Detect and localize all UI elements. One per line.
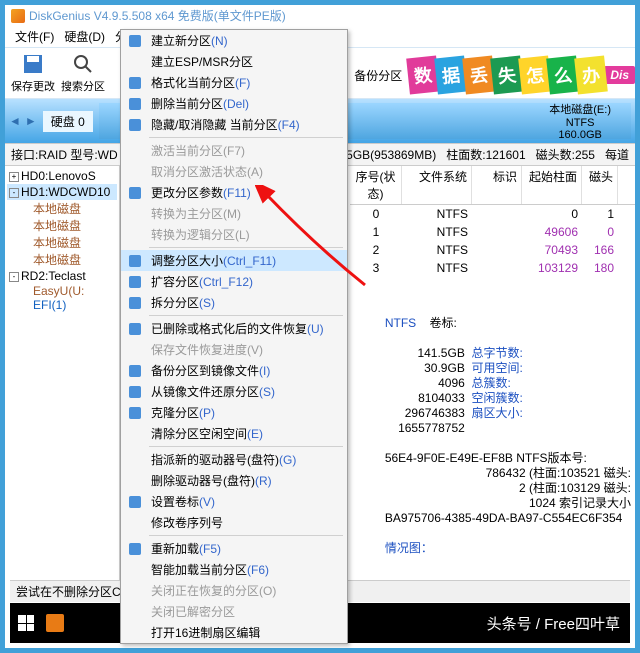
menu-item[interactable]: 建立ESP/MSR分区 <box>121 51 347 72</box>
start-icon[interactable] <box>18 615 34 631</box>
banner-tile: 办 <box>575 56 609 95</box>
tree-hd0[interactable]: HD0:LenovoS <box>7 168 117 184</box>
watermark: 头条号 / Free四叶草 <box>487 613 630 634</box>
menu-item[interactable]: 调整分区大小(Ctrl_F11) <box>121 250 347 271</box>
menu-disk[interactable]: 硬盘(D) <box>60 26 109 47</box>
menu-item[interactable]: 指派新的驱动器号(盘符)(G) <box>121 449 347 470</box>
app-icon <box>11 9 25 23</box>
menu-file[interactable]: 文件(F) <box>11 26 58 47</box>
banner-backup-label: 备份分区 <box>354 67 402 84</box>
menu-item[interactable]: 修改卷序列号 <box>121 512 347 533</box>
menu-item[interactable]: 清除分区空闲空间(E) <box>121 423 347 444</box>
menu-item: 转换为主分区(M) <box>121 203 347 224</box>
sector-info: 每道 <box>605 146 629 163</box>
menu-item[interactable]: 设置卷标(V) <box>121 491 347 512</box>
menu-item[interactable]: 删除驱动器号(盘符)(R) <box>121 470 347 491</box>
menu-item[interactable]: 建立新分区(N) <box>121 30 347 51</box>
tree-efi[interactable]: EFI(1) <box>7 298 117 312</box>
tree-local-0[interactable]: 本地磁盘 <box>7 200 117 217</box>
menu-item[interactable]: 扩容分区(Ctrl_F12) <box>121 271 347 292</box>
nav-arrows[interactable]: ◄ ► <box>9 114 37 128</box>
menu-item[interactable]: 重新加载(F5) <box>121 538 347 559</box>
tree-local-2[interactable]: 本地磁盘 <box>7 234 117 251</box>
cylinder-info: 柱面数:121601 <box>446 146 525 163</box>
menu-item[interactable]: 已删除或格式化后的文件恢复(U) <box>121 318 347 339</box>
tree-easyu[interactable]: EasyU(U: <box>7 284 117 298</box>
menu-item: 保存文件恢复进度(V) <box>121 339 347 360</box>
disk-tree[interactable]: HD0:LenovoS HD1:WDCWD10 本地磁盘 本地磁盘 本地磁盘 本… <box>5 166 120 586</box>
search-icon <box>71 52 95 76</box>
search-partition-button[interactable]: 搜索分区 <box>61 52 105 94</box>
menu-item[interactable]: 克隆分区(P) <box>121 402 347 423</box>
menu-item[interactable]: 更改分区参数(F11) <box>121 182 347 203</box>
context-menu[interactable]: 建立新分区(N)建立ESP/MSR分区格式化当前分区(F)删除当前分区(Del)… <box>120 29 348 644</box>
table-row[interactable]: 1NTFS496060 <box>350 223 635 241</box>
tree-hd1[interactable]: HD1:WDCWD10 <box>7 184 117 200</box>
table-row[interactable]: 0NTFS01 <box>350 205 635 223</box>
menu-item: 激活当前分区(F7) <box>121 140 347 161</box>
menu-item[interactable]: 打开16进制扇区编辑 <box>121 622 347 643</box>
tree-local-1[interactable]: 本地磁盘 <box>7 217 117 234</box>
app-title: DiskGenius V4.9.5.508 x64 免费版(单文件PE版) <box>29 7 286 24</box>
save-icon <box>21 52 45 76</box>
menu-item[interactable]: 隐藏/取消隐藏 当前分区(F4) <box>121 114 347 135</box>
banner-cta[interactable]: Dis <box>604 66 635 84</box>
menu-item[interactable]: 智能加载当前分区(F6) <box>121 559 347 580</box>
nav-next-icon: ► <box>25 114 37 128</box>
partition-properties: NTFS 卷标: 141.5GB 总字节数: 30.9GB 可用空间: 4096… <box>385 316 631 586</box>
menu-item: 取消分区激活状态(A) <box>121 161 347 182</box>
tree-rd2[interactable]: RD2:Teclast <box>7 268 117 284</box>
disk-label: 硬盘 0 <box>43 111 93 132</box>
menu-item[interactable]: 从镜像文件还原分区(S) <box>121 381 347 402</box>
heads-info: 磁头数:255 <box>536 146 595 163</box>
menu-item[interactable]: 格式化当前分区(F) <box>121 72 347 93</box>
save-button[interactable]: 保存更改 <box>11 52 55 94</box>
tree-local-3[interactable]: 本地磁盘 <box>7 251 117 268</box>
menu-item: 关闭正在恢复的分区(O) <box>121 580 347 601</box>
nav-prev-icon: ◄ <box>9 114 21 128</box>
partition-table-header: 序号(状态) 文件系统 标识 起始柱面 磁头 <box>350 166 635 205</box>
taskbar-diskgenius-icon[interactable] <box>46 614 64 632</box>
menu-item: 转换为逻辑分区(L) <box>121 224 347 245</box>
menu-item: 关闭已解密分区 <box>121 601 347 622</box>
titlebar: DiskGenius V4.9.5.508 x64 免费版(单文件PE版) <box>5 5 635 26</box>
ad-banner: 备份分区 数据丢失怎么办 Dis <box>318 48 635 102</box>
menu-item[interactable]: 备份分区到镜像文件(I) <box>121 360 347 381</box>
table-row[interactable]: 2NTFS70493166 <box>350 241 635 259</box>
menu-item[interactable]: 删除当前分区(Del) <box>121 93 347 114</box>
menu-item[interactable]: 拆分分区(S) <box>121 292 347 313</box>
volume-e[interactable]: 本地磁盘(E:) NTFS 160.0GB <box>549 101 611 141</box>
interface-info: 接口:RAID 型号:WD <box>11 146 118 163</box>
table-row[interactable]: 3NTFS103129180 <box>350 259 635 277</box>
